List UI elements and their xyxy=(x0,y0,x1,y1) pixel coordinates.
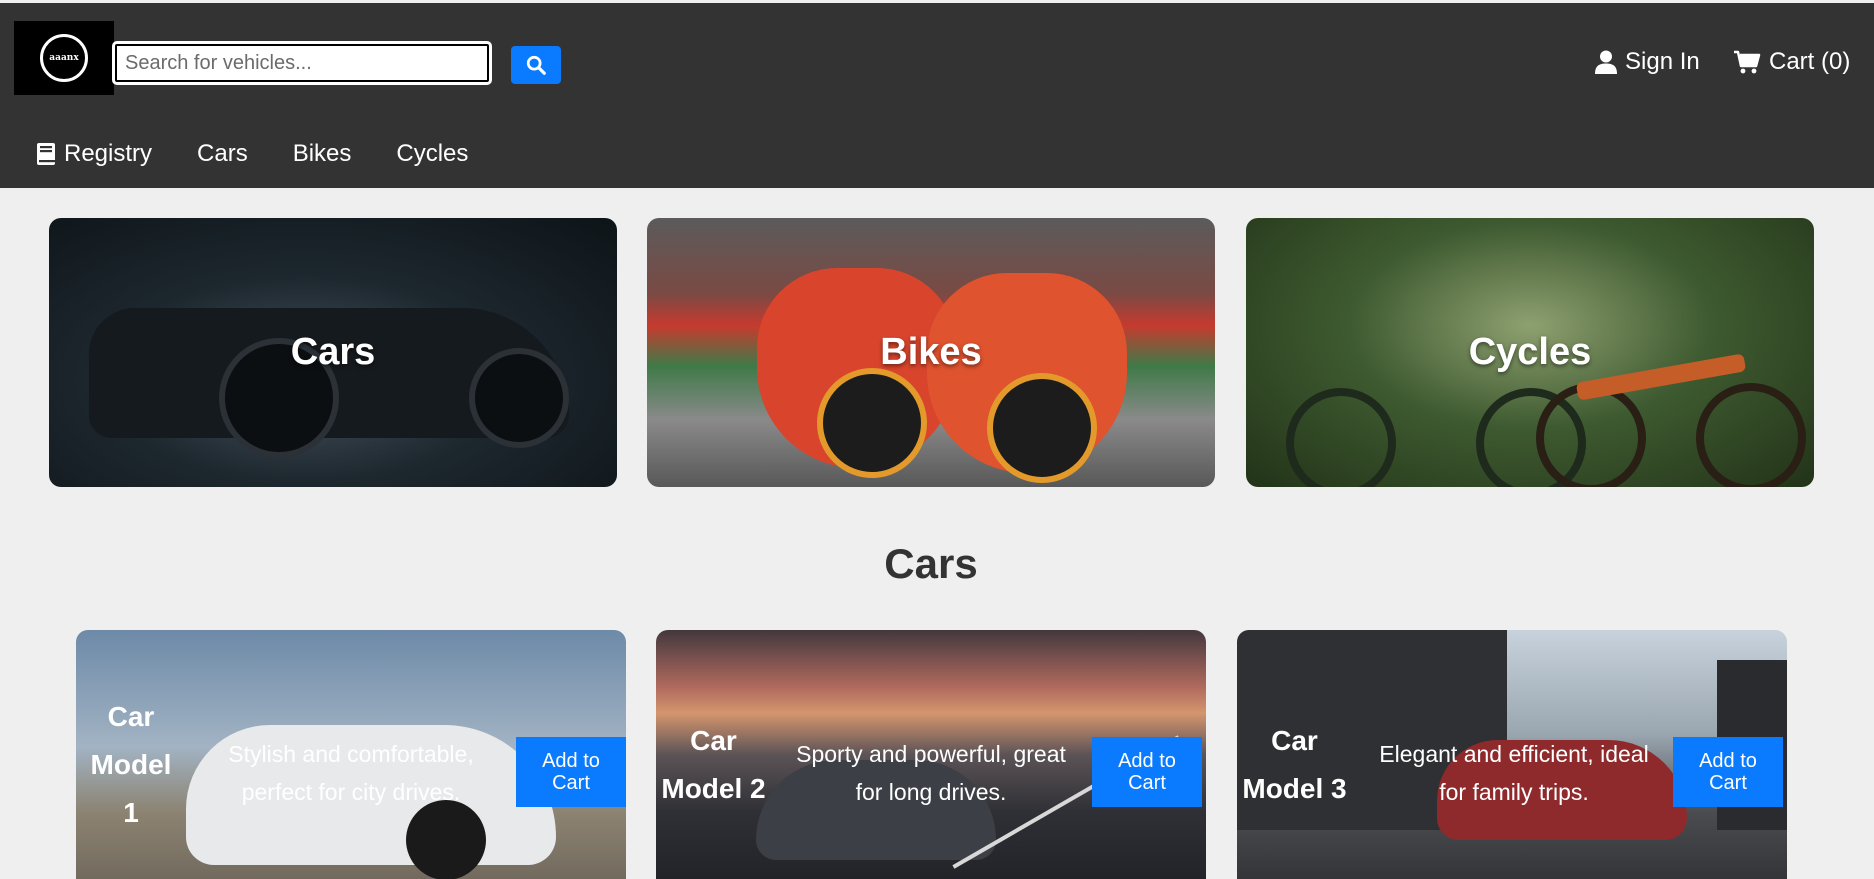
logo-emblem: aaanx xyxy=(40,34,88,82)
nav-item-label: Cars xyxy=(197,140,248,167)
product-name: Car Model 3 xyxy=(1242,725,1347,804)
top-header: aaanx Sign In Cart (0) xyxy=(0,3,1874,188)
sign-in-link[interactable]: Sign In xyxy=(1595,48,1700,76)
search-icon xyxy=(526,55,546,75)
product-description: Stylish and comfortable, perfect for cit… xyxy=(228,741,474,805)
add-to-cart-button[interactable]: Add to Cart xyxy=(516,737,626,807)
bicycle-photo xyxy=(1286,388,1396,487)
category-card-bikes[interactable]: Bikes xyxy=(647,218,1215,487)
category-card-cycles[interactable]: Cycles xyxy=(1246,218,1814,487)
nav-item-bikes[interactable]: Bikes xyxy=(293,140,352,168)
nav-item-cars[interactable]: Cars xyxy=(197,140,248,168)
nav-item-label: Cycles xyxy=(396,140,469,167)
user-icon xyxy=(1595,50,1617,74)
motorcycle-wheel-shape xyxy=(987,373,1097,483)
category-label: Cars xyxy=(290,331,376,373)
search-button[interactable] xyxy=(511,46,561,84)
category-card-cars[interactable]: Cars xyxy=(49,218,617,487)
nav-item-label: Bikes xyxy=(292,140,352,167)
car-wheel-shape xyxy=(469,348,569,448)
product-card: Car Model 3 Elegant and efficient, ideal… xyxy=(1237,630,1787,879)
shopping-cart-icon xyxy=(1734,50,1761,74)
nav-item-cycles[interactable]: Cycles xyxy=(396,140,468,168)
sign-in-label: Sign In xyxy=(1625,48,1700,75)
car-wheel-shape xyxy=(406,800,486,879)
bicycle-photo xyxy=(1536,383,1646,487)
cart-link[interactable]: Cart (0) xyxy=(1733,48,1850,76)
add-to-cart-button[interactable]: Add to Cart xyxy=(1673,737,1783,807)
search-input[interactable] xyxy=(112,41,492,85)
section-title: Cars xyxy=(884,540,978,587)
product-name: Car Model 2 xyxy=(661,725,766,804)
category-label: Cycles xyxy=(1468,331,1592,373)
nav-item-registry[interactable]: Registry xyxy=(36,140,152,168)
product-description: Sporty and powerful, great for long driv… xyxy=(796,741,1066,805)
bicycle-photo xyxy=(1696,383,1806,487)
add-to-cart-button[interactable]: Add to Cart xyxy=(1092,737,1202,807)
category-label: Bikes xyxy=(880,331,982,373)
product-card: Car Model 1 Stylish and comfortable, per… xyxy=(76,630,626,879)
nav-item-label: Registry xyxy=(64,140,153,167)
book-icon xyxy=(37,143,55,165)
cart-label: Cart (0) xyxy=(1769,48,1851,75)
site-logo[interactable]: aaanx xyxy=(14,21,114,95)
main-nav: Registry Cars Bikes Cycles xyxy=(36,140,513,168)
product-card: Car Model 2 Sporty and powerful, great f… xyxy=(656,630,1206,879)
motorcycle-wheel-shape xyxy=(817,368,927,478)
product-description: Elegant and efficient, ideal for family … xyxy=(1379,741,1649,805)
product-name: Car Model 1 xyxy=(90,701,172,828)
